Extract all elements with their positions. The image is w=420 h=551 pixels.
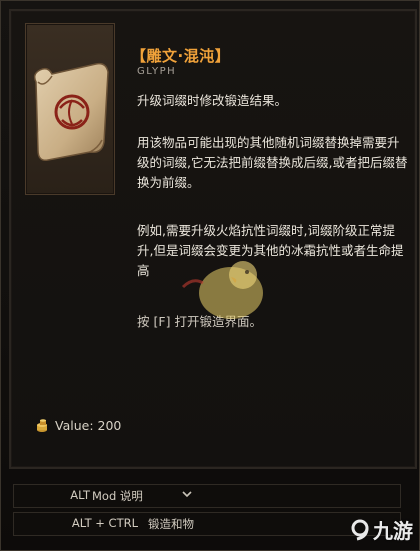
item-value-label: Value: 200 [55,418,122,433]
watermark-text: 九游 [373,519,413,543]
control-action: 锻造和物 [148,517,194,531]
chevron-down-icon[interactable] [180,487,194,501]
glyph-scroll-icon [25,23,115,195]
tooltip-frame: 【雕文·混沌】 GLYPH 升级词缀时修改锻造结果。 用该物品可能出现的其他随机… [0,0,420,551]
9game-logo-icon [351,519,369,540]
hint-suffix: 打开锻造界面。 [174,314,262,329]
hint-key: [F] [153,314,171,329]
control-key: ALT [70,488,90,502]
control-key: ALT + CTRL [71,516,138,530]
hint-prefix: 按 [137,314,150,329]
item-description-example: 例如,需要升级火焰抗性词缀时,词缀阶级正常提升,但是词缀会变更为其他的冰霜抗性或… [137,223,404,278]
item-tooltip-panel: 【雕文·混沌】 GLYPH 升级词缀时修改锻造结果。 用该物品可能出现的其他随机… [9,9,417,469]
control-action: Mod 说明 [92,489,143,503]
control-hint-alt-ctrl[interactable]: ALT + CTRL 锻造和物 [13,512,401,536]
item-value: Value: 200 [35,418,121,433]
item-description-summary: 升级词缀时修改锻造结果。 [137,93,288,108]
item-type: GLYPH [137,66,177,77]
item-description-detail: 用该物品可能出现的其他随机词缀替换掉需要升级的词缀,它无法把前缀替换成后缀,或者… [137,135,408,190]
coin-stack-icon [37,418,47,432]
forge-hint: 按 [F] 打开锻造界面。 [137,311,262,330]
item-name: 【雕文·混沌】 [131,47,231,65]
control-hint-alt[interactable]: ALT Mod 说明 [13,484,401,508]
watermark: 九游 [349,515,413,544]
